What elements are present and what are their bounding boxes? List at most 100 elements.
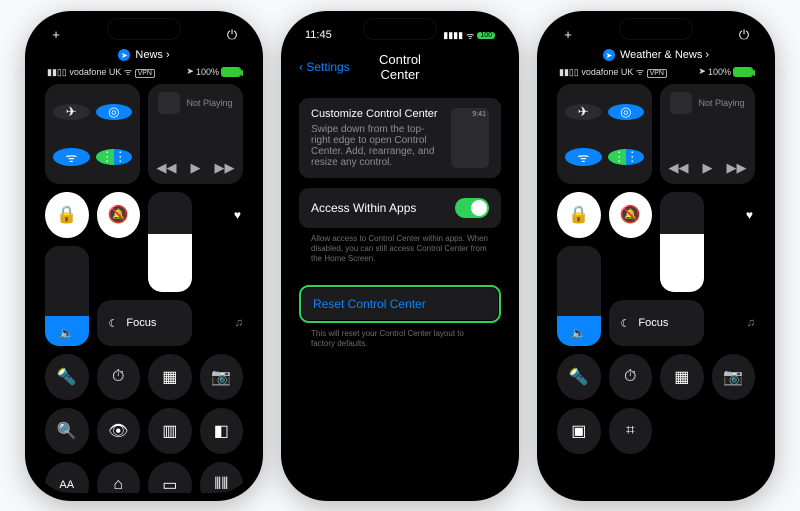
breadcrumb-label: News (135, 49, 163, 61)
chevron-right-icon: › (705, 49, 709, 61)
flashlight-button[interactable]: 🔦 (557, 354, 601, 400)
back-label: Settings (306, 60, 349, 74)
add-control-icon[interactable]: + (49, 27, 63, 42)
speaker-icon: 🔈 (59, 326, 74, 340)
calculator-button[interactable]: ▦ (148, 354, 192, 400)
customize-card[interactable]: Customize Control Center Swipe down from… (299, 98, 501, 178)
location-arrow-icon: ➤ (698, 66, 706, 77)
qr-scan-button[interactable]: ⌗ (609, 408, 653, 454)
bluetooth-cellular-icon[interactable]: ⋮⋮ (96, 149, 133, 165)
wifi-icon[interactable]: ᯤ (53, 148, 90, 166)
vision-button[interactable]: 👁 (97, 408, 141, 454)
nav-bar: ‹ Settings Control Center (289, 42, 511, 92)
status-time: 11:45 (305, 29, 332, 41)
wifi-icon[interactable]: ᯤ (565, 148, 602, 166)
battery-percent: 100% (708, 67, 731, 77)
album-art-placeholder (670, 92, 692, 114)
reset-label: Reset Control Center (313, 297, 426, 311)
volume-slider[interactable]: 🔈 (557, 246, 601, 346)
sound-recognition-button[interactable]: ⦀⦀ (200, 462, 244, 493)
rotation-lock-button[interactable]: 🔒 (45, 192, 89, 238)
silent-mode-button[interactable]: 🔕 (609, 192, 653, 238)
airdrop-icon[interactable]: ◎ (96, 104, 133, 120)
airplane-mode-icon[interactable]: ✈ (565, 104, 602, 120)
customize-body: Swipe down from the top-right edge to op… (311, 124, 441, 168)
timer-button[interactable]: ⏱ (97, 354, 141, 400)
settings-control-center-screen: 11:45 ▮▮▮▮ ᯤ 100 ‹ Settings Control Cent… (289, 19, 511, 493)
dynamic-island (619, 18, 693, 40)
status-bar: ▮▮▯▯ vodafone UK ᯤ VPN ➤ 100% (545, 63, 767, 84)
music-note-icon: ♫ (200, 300, 244, 346)
home-button[interactable]: ⌂ (97, 462, 141, 493)
rewind-icon[interactable]: ◀◀ (157, 160, 177, 176)
access-toggle[interactable] (455, 198, 489, 218)
breadcrumb[interactable]: ➤ News › (33, 43, 255, 64)
text-size-button[interactable]: AA (45, 462, 89, 493)
moon-icon: ☾ (621, 317, 631, 330)
breadcrumb[interactable]: ➤ Weather & News › (545, 43, 767, 64)
wifi-status-icon: ᯤ (636, 67, 647, 77)
volume-slider[interactable]: 🔈 (45, 246, 89, 346)
phone-right: + ⏻ ➤ Weather & News › ▮▮▯▯ vodafone UK … (537, 11, 775, 501)
rotation-lock-button[interactable]: 🔒 (557, 192, 601, 238)
magnifier-button[interactable]: 🔍 (45, 408, 89, 454)
airdrop-icon[interactable]: ◎ (608, 104, 645, 120)
timer-button[interactable]: ⏱ (609, 354, 653, 400)
shortcut-button[interactable]: ◧ (200, 408, 244, 454)
calculator-button[interactable]: ▦ (660, 354, 704, 400)
rewind-icon[interactable]: ◀◀ (669, 160, 689, 176)
forward-icon[interactable]: ▶▶ (727, 160, 747, 176)
back-button[interactable]: ‹ Settings (299, 60, 369, 74)
signal-icon: ▮▮▯▯ (47, 67, 69, 77)
dynamic-island (363, 18, 437, 40)
reset-subtext: This will reset your Control Center layo… (289, 325, 511, 358)
focus-tile[interactable]: ☾ Focus (97, 300, 192, 346)
signal-icon: ▮▮▯▯ (559, 67, 581, 77)
forward-icon[interactable]: ▶▶ (215, 160, 235, 176)
control-center-screen: + ⏻ ➤ Weather & News › ▮▮▯▯ vodafone UK … (545, 19, 767, 493)
album-art-placeholder (158, 92, 180, 114)
add-control-icon[interactable]: + (561, 27, 575, 42)
play-icon[interactable]: ▶ (191, 160, 201, 176)
preview-time: 9:41 (472, 111, 486, 118)
media-status-label: Not Playing (698, 98, 744, 108)
battery-icon (733, 67, 753, 77)
location-arrow-icon: ➤ (186, 66, 194, 77)
connectivity-tile[interactable]: ✈ ◎ ᯤ ⋮⋮ (557, 84, 652, 184)
focus-label: Focus (126, 317, 156, 329)
camera-button[interactable]: 📷 (712, 354, 756, 400)
access-subtext: Allow access to Control Center within ap… (289, 230, 511, 273)
access-label: Access Within Apps (311, 201, 416, 215)
control-center-screen: + ⏻ ➤ News › ▮▮▯▯ vodafone UK ᯤ VPN ➤ 10… (33, 19, 255, 493)
page-title: Control Center (369, 52, 431, 82)
brightness-slider[interactable]: ☀ (148, 192, 192, 292)
sun-icon: ☀ (676, 272, 687, 286)
favorite-heart-icon[interactable]: ♥ (200, 192, 244, 238)
power-icon[interactable]: ⏻ (225, 27, 239, 43)
flashlight-button[interactable]: 🔦 (45, 354, 89, 400)
bluetooth-cellular-icon[interactable]: ⋮⋮ (608, 149, 645, 165)
music-note-icon: ♫ (712, 300, 756, 346)
silent-mode-button[interactable]: 🔕 (97, 192, 141, 238)
media-tile[interactable]: Not Playing ◀◀ ▶ ▶▶ (660, 84, 755, 184)
screen-mirroring-button[interactable]: ▣ (557, 408, 601, 454)
vpn-badge: VPN (135, 69, 155, 78)
phone-middle: 11:45 ▮▮▮▮ ᯤ 100 ‹ Settings Control Cent… (281, 11, 519, 501)
remote-button[interactable]: ▥ (148, 408, 192, 454)
low-power-button[interactable]: ▭ (148, 462, 192, 493)
camera-button[interactable]: 📷 (200, 354, 244, 400)
airplane-mode-icon[interactable]: ✈ (53, 104, 90, 120)
focus-tile[interactable]: ☾ Focus (609, 300, 704, 346)
connectivity-tile[interactable]: ✈ ◎ ᯤ ⋮⋮ (45, 84, 140, 184)
brightness-slider[interactable]: ☀ (660, 192, 704, 292)
media-tile[interactable]: Not Playing ◀◀ ▶ ▶▶ (148, 84, 243, 184)
play-icon[interactable]: ▶ (703, 160, 713, 176)
vpn-badge: VPN (647, 69, 667, 78)
cc-preview-icon: 9:41 (451, 108, 489, 168)
favorite-heart-icon[interactable]: ♥ (712, 192, 756, 238)
breadcrumb-label: Weather & News (620, 49, 702, 61)
power-icon[interactable]: ⏻ (737, 27, 751, 43)
phone-left: + ⏻ ➤ News › ▮▮▯▯ vodafone UK ᯤ VPN ➤ 10… (25, 11, 263, 501)
reset-control-center-button[interactable]: Reset Control Center (299, 285, 501, 323)
battery-percent: 100% (196, 67, 219, 77)
